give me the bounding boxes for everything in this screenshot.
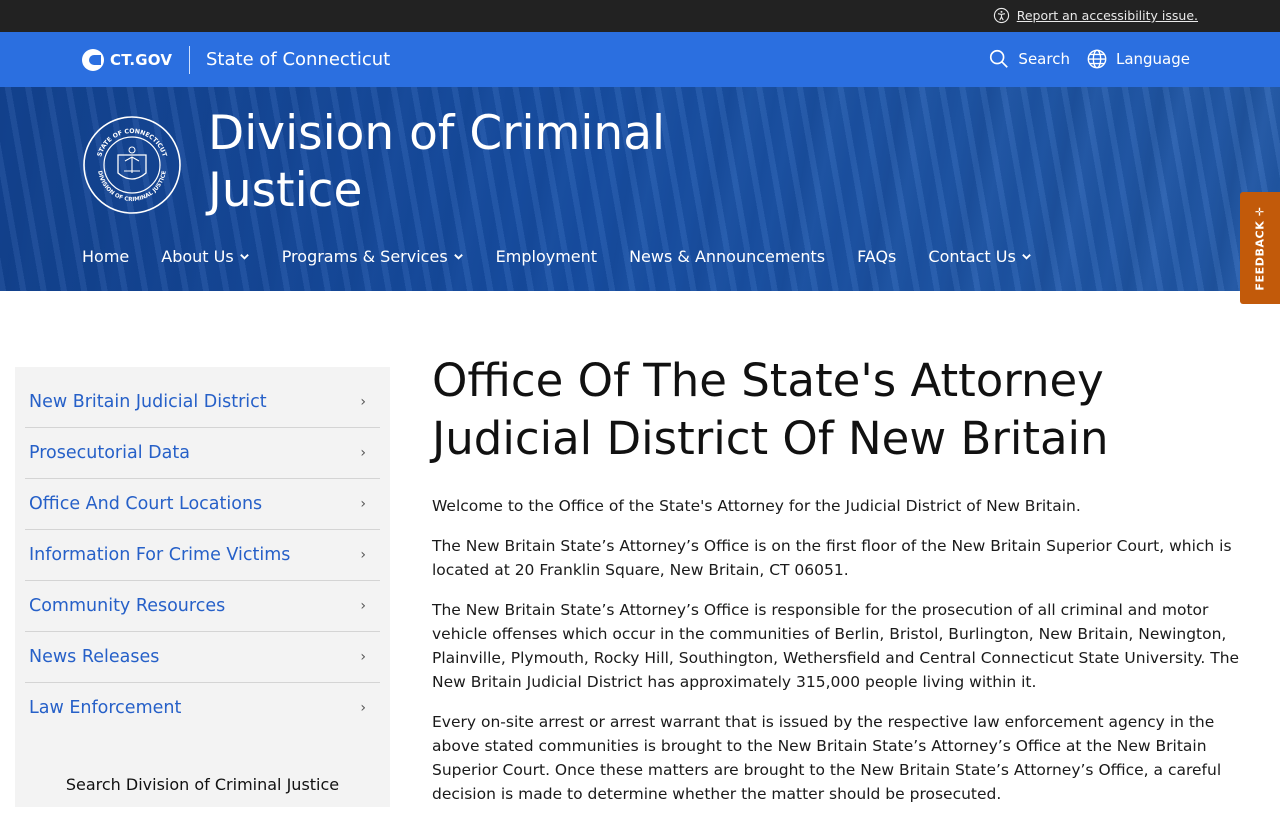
- accessibility-report-link[interactable]: Report an accessibility issue.: [993, 7, 1198, 24]
- ct-gov-header: CT.GOV State of Connecticut Search Langu…: [0, 32, 1280, 87]
- globe-icon: [1087, 49, 1107, 69]
- svg-text:DIVISION OF CRIMINAL JUSTICE: DIVISION OF CRIMINAL JUSTICE: [96, 170, 168, 203]
- chevron-right-icon: ›: [360, 394, 366, 410]
- language-label: Language: [1115, 50, 1190, 68]
- search-label: Search: [1018, 50, 1070, 68]
- ct-gov-logo[interactable]: CT.GOV: [82, 49, 172, 71]
- content-paragraph: Every on-site arrest or arrest warrant t…: [432, 713, 1222, 803]
- search-button[interactable]: Search: [988, 48, 1070, 70]
- page-title: Office Of The State's Attorney Judicial …: [432, 354, 1109, 465]
- sidebar-search-label: Search Division of Criminal Justice: [65, 775, 340, 794]
- chevron-right-icon: ›: [360, 598, 366, 614]
- sidebar-item-crime-victims[interactable]: Information For Crime Victims ›: [25, 530, 380, 581]
- agency-title: Division of Criminal Justice: [208, 106, 666, 218]
- nav-item-label: Home: [82, 247, 130, 266]
- sidebar-item-label: Office And Court Locations: [29, 494, 263, 514]
- sidebar-item-label: News Releases: [29, 647, 160, 667]
- chevron-right-icon: ›: [360, 547, 366, 563]
- nav-item-home[interactable]: Home: [82, 247, 129, 266]
- sidebar-item-label: Prosecutorial Data: [29, 443, 190, 463]
- sidebar-item-prosecutorial-data[interactable]: Prosecutorial Data ›: [25, 428, 380, 479]
- agency-hero: STATE OF CONNECTICUT DIVISION OF CRIMINA…: [0, 87, 1280, 291]
- nav-item-label: Programs & Services: [281, 247, 448, 266]
- nav-item-news-announcements[interactable]: News & Announcements: [629, 247, 825, 266]
- accessibility-icon: [993, 7, 1009, 24]
- sidebar-item-label: Information For Crime Victims: [29, 545, 291, 565]
- sidebar-item-label: Community Resources: [29, 596, 226, 616]
- chevron-right-icon: ›: [360, 700, 366, 716]
- search-icon: [990, 49, 1009, 68]
- sidebar-item-label: New Britain Judicial District: [29, 392, 267, 412]
- nav-item-label: Contact Us: [928, 247, 1016, 266]
- chevron-down-icon: [239, 251, 250, 265]
- chevron-down-icon: [453, 251, 464, 265]
- nav-item-label: FAQs: [857, 247, 897, 266]
- header-tools: Search Language: [988, 48, 1190, 70]
- utility-bar: Report an accessibility issue.: [0, 0, 1280, 32]
- chevron-down-icon: [1021, 251, 1032, 265]
- sidebar: New Britain Judicial District › Prosecut…: [15, 367, 390, 807]
- sidebar-menu: New Britain Judicial District › Prosecut…: [15, 367, 390, 733]
- nav-item-employment[interactable]: Employment: [496, 247, 597, 266]
- language-button[interactable]: Language: [1086, 48, 1190, 70]
- seal-text-bottom: DIVISION OF CRIMINAL JUSTICE: [96, 170, 168, 203]
- main-content: Office Of The State's Attorney Judicial …: [432, 352, 1247, 822]
- ct-gov-logo-text: CT.GOV: [110, 51, 173, 69]
- main-navigation: Home About Us Programs & Services Employ…: [82, 247, 1064, 266]
- ct-gov-logo-icon: [82, 49, 104, 71]
- content-paragraph: Welcome to the Office of the State's Att…: [432, 497, 1081, 515]
- nav-item-label: News & Announcements: [629, 247, 826, 266]
- nav-item-programs-services[interactable]: Programs & Services: [282, 247, 464, 266]
- header-divider: [189, 46, 190, 74]
- nav-item-label: About Us: [161, 247, 234, 266]
- accessibility-link-text: Report an accessibility issue.: [1016, 8, 1198, 23]
- feedback-tab[interactable]: FEEDBACK ✛: [1240, 192, 1280, 304]
- sidebar-item-office-court-locations[interactable]: Office And Court Locations ›: [25, 479, 380, 530]
- sidebar-item-new-britain-judicial-district[interactable]: New Britain Judicial District ›: [25, 377, 380, 428]
- state-seal-icon[interactable]: STATE OF CONNECTICUT DIVISION OF CRIMINA…: [82, 115, 182, 215]
- nav-item-about-us[interactable]: About Us: [161, 247, 249, 266]
- chevron-right-icon: ›: [360, 649, 366, 665]
- nav-item-contact-us[interactable]: Contact Us: [928, 247, 1031, 266]
- sidebar-item-label: Law Enforcement: [29, 698, 182, 718]
- sidebar-item-news-releases[interactable]: News Releases ›: [25, 632, 380, 683]
- content-paragraph: The New Britain State’s Attorney’s Offic…: [432, 537, 1232, 579]
- feedback-label: FEEDBACK ✛: [1253, 205, 1267, 291]
- state-name-link[interactable]: State of Connecticut: [206, 49, 390, 70]
- content-paragraph: The New Britain State’s Attorney’s Offic…: [432, 601, 1240, 691]
- sidebar-item-law-enforcement[interactable]: Law Enforcement ›: [25, 683, 380, 733]
- nav-item-faqs[interactable]: FAQs: [857, 247, 896, 266]
- sidebar-item-community-resources[interactable]: Community Resources ›: [25, 581, 380, 632]
- nav-item-label: Employment: [495, 247, 598, 266]
- chevron-right-icon: ›: [360, 445, 366, 461]
- chevron-right-icon: ›: [360, 496, 366, 512]
